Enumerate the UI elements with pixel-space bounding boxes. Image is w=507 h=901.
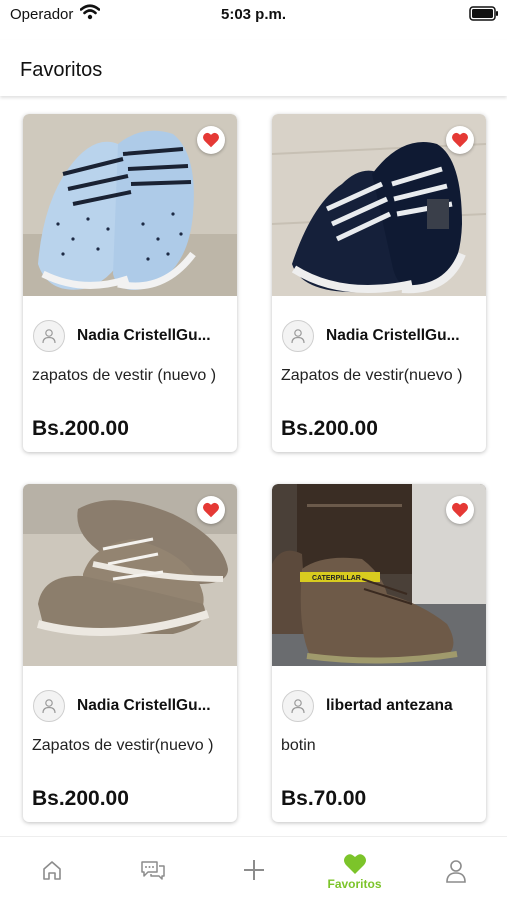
- product-card[interactable]: CATERPILLAR libertad antezana botin Bs.7…: [272, 484, 486, 822]
- heart-icon: [203, 132, 219, 148]
- battery-icon: [469, 6, 499, 25]
- seller-avatar[interactable]: [282, 690, 314, 722]
- product-name: botin: [281, 737, 316, 754]
- product-card[interactable]: Nadia CristellGu... Zapatos de vestir(nu…: [272, 114, 486, 452]
- tab-profile[interactable]: [405, 837, 506, 901]
- tab-chats[interactable]: [102, 837, 203, 901]
- user-icon: [42, 329, 56, 344]
- product-name: zapatos de vestir (nuevo ): [32, 367, 217, 384]
- product-name: Zapatos de vestir(nuevo ): [32, 737, 214, 754]
- product-name: Zapatos de vestir(nuevo ): [281, 367, 463, 384]
- favorite-heart-button[interactable]: [446, 496, 474, 524]
- seller-avatar[interactable]: [33, 320, 65, 352]
- tab-favorites[interactable]: Favoritos: [304, 837, 405, 901]
- favorite-heart-button[interactable]: [446, 126, 474, 154]
- user-icon: [42, 699, 56, 714]
- favorite-heart-button[interactable]: [197, 126, 225, 154]
- seller-name[interactable]: libertad antezana: [326, 697, 476, 715]
- seller-avatar[interactable]: [33, 690, 65, 722]
- product-price: Bs.70.00: [281, 787, 367, 810]
- heart-icon: [343, 854, 366, 874]
- product-price: Bs.200.00: [32, 417, 129, 440]
- home-icon: [42, 861, 61, 880]
- bottom-tab-bar: Favoritos: [0, 836, 507, 901]
- seller-name[interactable]: Nadia CristellGu...: [326, 327, 476, 345]
- page-header: Favoritos: [0, 40, 507, 96]
- heart-icon: [452, 132, 468, 148]
- page-title: Favoritos: [20, 59, 103, 81]
- product-price: Bs.200.00: [281, 417, 378, 440]
- favorites-grid: Nadia CristellGu... zapatos de vestir (n…: [0, 96, 507, 836]
- heart-icon: [452, 502, 468, 518]
- product-card[interactable]: Nadia CristellGu... Zapatos de vestir(nu…: [23, 484, 237, 822]
- heart-icon: [203, 502, 219, 518]
- user-icon: [291, 699, 305, 714]
- product-card[interactable]: Nadia CristellGu... zapatos de vestir (n…: [23, 114, 237, 452]
- svg-text:CATERPILLAR: CATERPILLAR: [312, 575, 361, 582]
- product-price: Bs.200.00: [32, 787, 129, 810]
- favorite-heart-button[interactable]: [197, 496, 225, 524]
- tab-add[interactable]: [203, 837, 304, 901]
- status-bar: Operador 5:03 p.m.: [0, 0, 507, 30]
- profile-icon: [445, 860, 466, 883]
- clock: 5:03 p.m.: [220, 6, 287, 23]
- tab-home[interactable]: [1, 837, 102, 901]
- seller-name[interactable]: Nadia CristellGu...: [77, 327, 227, 345]
- plus-icon: [243, 860, 264, 880]
- seller-avatar[interactable]: [282, 320, 314, 352]
- seller-name[interactable]: Nadia CristellGu...: [77, 697, 227, 715]
- user-icon: [291, 329, 305, 344]
- tab-favorites-label: Favoritos: [327, 877, 382, 891]
- chat-icon: [140, 861, 165, 880]
